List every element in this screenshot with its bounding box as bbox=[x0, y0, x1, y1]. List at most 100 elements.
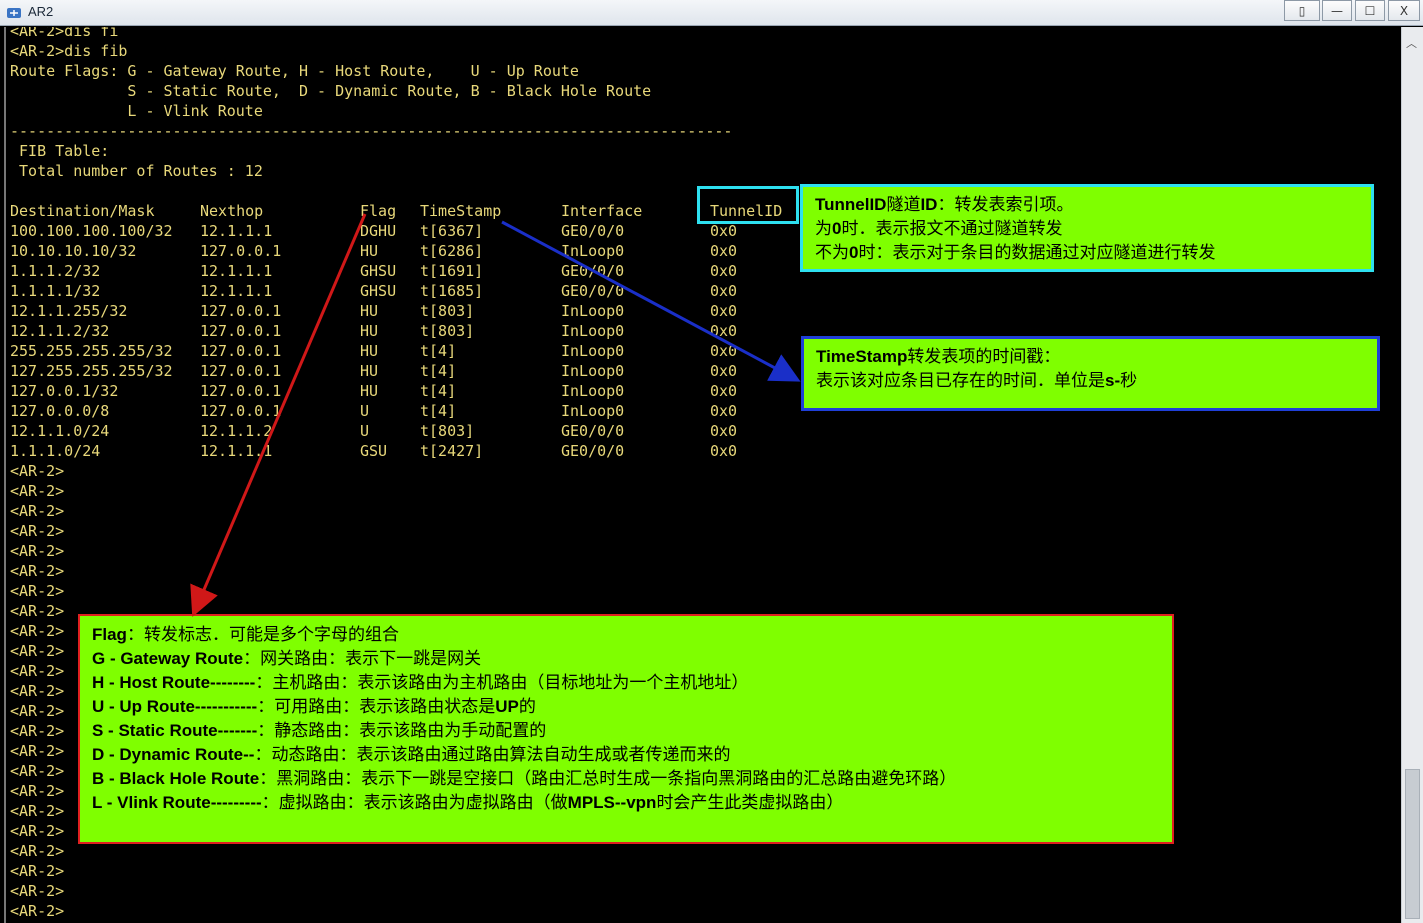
tunnelid-annotation-line: 不为0时：表示对于条目的数据通过对应隧道进行转发 bbox=[815, 243, 1216, 263]
terminal-prompt: <AR-2> bbox=[10, 482, 65, 500]
terminal-prompt: <AR-2> bbox=[10, 502, 65, 520]
window-title: AR2 bbox=[28, 4, 54, 19]
fib-route-cell: 255.255.255.255/32 bbox=[10, 342, 173, 360]
fib-route-cell: t[803] bbox=[420, 422, 475, 440]
fib-route-cell: 1.1.1.1/32 bbox=[10, 282, 101, 300]
fib-route-cell: 127.0.0.1/32 bbox=[10, 382, 119, 400]
fib-column-header: Flag bbox=[360, 202, 397, 220]
timestamp-annotation-line: 表示该对应条目已存在的时间．单位是s-秒 bbox=[816, 371, 1138, 391]
terminal-prompt: <AR-2> bbox=[10, 882, 65, 900]
fib-route-cell: 12.1.1.2/32 bbox=[10, 322, 110, 340]
fib-route-cell: HU bbox=[360, 302, 379, 320]
fib-route-cell: 12.1.1.1 bbox=[200, 262, 273, 280]
terminal-line: Total number of Routes : 12 bbox=[10, 162, 263, 180]
terminal-prompt: <AR-2> bbox=[10, 642, 65, 660]
fib-route-cell: 127.0.0.1 bbox=[200, 242, 282, 260]
fib-route-cell: 12.1.1.1 bbox=[200, 282, 273, 300]
terminal-prompt: <AR-2> bbox=[10, 682, 65, 700]
fib-route-cell: DGHU bbox=[360, 222, 397, 240]
flag-annotation-line: Flag：转发标志．可能是多个字母的组合 bbox=[92, 625, 399, 645]
terminal-left-border bbox=[4, 27, 6, 923]
flag-annotation-line: L - Vlink Route---------：虚拟路由：表示该路由为虚拟路由… bbox=[92, 793, 844, 813]
terminal-prompt: <AR-2> bbox=[10, 562, 65, 580]
fib-route-cell: InLoop0 bbox=[561, 242, 625, 260]
fib-route-cell: 12.1.1.0/24 bbox=[10, 422, 110, 440]
terminal-prompt: <AR-2> bbox=[10, 862, 65, 880]
fib-route-cell: t[6367] bbox=[420, 222, 484, 240]
fib-route-cell: 100.100.100.100/32 bbox=[10, 222, 173, 240]
timestamp-annotation-title: TimeStamp转发表项的时间戳： bbox=[816, 347, 1061, 367]
router-app-icon bbox=[7, 8, 21, 18]
scroll-up-arrow-icon[interactable]: ︿ bbox=[1406, 35, 1417, 51]
terminal-prompt: <AR-2> bbox=[10, 602, 65, 620]
fib-route-cell: t[4] bbox=[420, 362, 457, 380]
fib-route-cell: 10.10.10.10/32 bbox=[10, 242, 137, 260]
fib-route-cell: 127.255.255.255/32 bbox=[10, 362, 173, 380]
restore-layout-button[interactable]: ▯ bbox=[1284, 0, 1320, 21]
fib-route-cell: GE0/0/0 bbox=[561, 222, 625, 240]
terminal-prompt: <AR-2> bbox=[10, 702, 65, 720]
fib-column-header: Nexthop bbox=[200, 202, 264, 220]
fib-route-cell: InLoop0 bbox=[561, 342, 625, 360]
fib-route-cell: t[2427] bbox=[420, 442, 484, 460]
terminal-prompt: <AR-2> bbox=[10, 742, 65, 760]
fib-route-cell: 127.0.0.0/8 bbox=[10, 402, 110, 420]
minimize-button[interactable]: — bbox=[1322, 0, 1352, 21]
fib-route-cell: HU bbox=[360, 382, 379, 400]
terminal-prompt: <AR-2> bbox=[10, 842, 65, 860]
fib-route-cell: InLoop0 bbox=[561, 322, 625, 340]
terminal-prompt: <AR-2> bbox=[10, 522, 65, 540]
fib-route-cell: 0x0 bbox=[710, 282, 738, 300]
fib-route-cell: 0x0 bbox=[710, 222, 738, 240]
fib-route-cell: 127.0.0.1 bbox=[200, 302, 282, 320]
fib-route-cell: 0x0 bbox=[710, 262, 738, 280]
terminal-prompt: <AR-2> bbox=[10, 782, 65, 800]
terminal-prompt: <AR-2> bbox=[10, 462, 65, 480]
terminal-prompt: <AR-2> bbox=[10, 622, 65, 640]
fib-route-cell: 0x0 bbox=[710, 402, 738, 420]
fib-route-cell: 0x0 bbox=[710, 302, 738, 320]
window-title-bar: AR2 ▯ — ☐ X bbox=[0, 0, 1423, 26]
maximize-button[interactable]: ☐ bbox=[1355, 0, 1385, 21]
terminal-line: ----------------------------------------… bbox=[10, 122, 733, 140]
fib-route-cell: 12.1.1.2 bbox=[200, 422, 273, 440]
fib-route-cell: t[803] bbox=[420, 322, 475, 340]
fib-route-cell: HU bbox=[360, 362, 379, 380]
fib-route-cell: 127.0.0.1 bbox=[200, 322, 282, 340]
close-button[interactable]: X bbox=[1388, 0, 1420, 21]
fib-route-cell: 1.1.1.0/24 bbox=[10, 442, 101, 460]
fib-route-cell: GSU bbox=[360, 442, 388, 460]
fib-route-cell: 127.0.0.1 bbox=[200, 362, 282, 380]
fib-route-cell: 0x0 bbox=[710, 382, 738, 400]
flag-annotation: Flag：转发标志．可能是多个字母的组合 G - Gateway Route：网关… bbox=[78, 614, 1174, 844]
fib-route-cell: U bbox=[360, 422, 370, 440]
fib-route-cell: 12.1.1.1 bbox=[200, 442, 273, 460]
terminal-line: S - Static Route, D - Dynamic Route, B -… bbox=[10, 82, 652, 100]
fib-route-cell: GHSU bbox=[360, 282, 397, 300]
terminal-line: Route Flags: G - Gateway Route, H - Host… bbox=[10, 62, 579, 80]
fib-route-cell: t[4] bbox=[420, 342, 457, 360]
fib-column-header: Interface bbox=[561, 202, 643, 220]
tunnelid-annotation-line: 为0时．表示报文不通过隧道转发 bbox=[815, 219, 1063, 239]
fib-route-cell: t[1691] bbox=[420, 262, 484, 280]
flag-annotation-line: S - Static Route-------：静态路由：表示该路由为手动配置的 bbox=[92, 721, 547, 741]
fib-column-header: Destination/Mask bbox=[10, 202, 155, 220]
scroll-thumb[interactable] bbox=[1405, 769, 1420, 919]
vertical-scrollbar[interactable]: ︿ bbox=[1401, 27, 1423, 923]
fib-route-cell: 12.1.1.1 bbox=[200, 222, 273, 240]
timestamp-annotation: TimeStamp转发表项的时间戳： 表示该对应条目已存在的时间．单位是s-秒 bbox=[801, 336, 1380, 411]
fib-route-cell: 127.0.0.1 bbox=[200, 402, 282, 420]
fib-route-cell: 12.1.1.255/32 bbox=[10, 302, 128, 320]
terminal-prompt: <AR-2> bbox=[10, 582, 65, 600]
tunnelid-highlight-box bbox=[697, 186, 799, 224]
fib-route-cell: 0x0 bbox=[710, 242, 738, 260]
fib-route-cell: GE0/0/0 bbox=[561, 282, 625, 300]
fib-route-cell: 0x0 bbox=[710, 322, 738, 340]
fib-route-cell: 0x0 bbox=[710, 442, 738, 460]
terminal-line: <AR-2>dis fib bbox=[10, 42, 128, 60]
fib-route-cell: HU bbox=[360, 342, 379, 360]
terminal-prompt: <AR-2> bbox=[10, 542, 65, 560]
fib-route-cell: U bbox=[360, 402, 370, 420]
fib-route-cell: GHSU bbox=[360, 262, 397, 280]
fib-route-cell: HU bbox=[360, 242, 379, 260]
